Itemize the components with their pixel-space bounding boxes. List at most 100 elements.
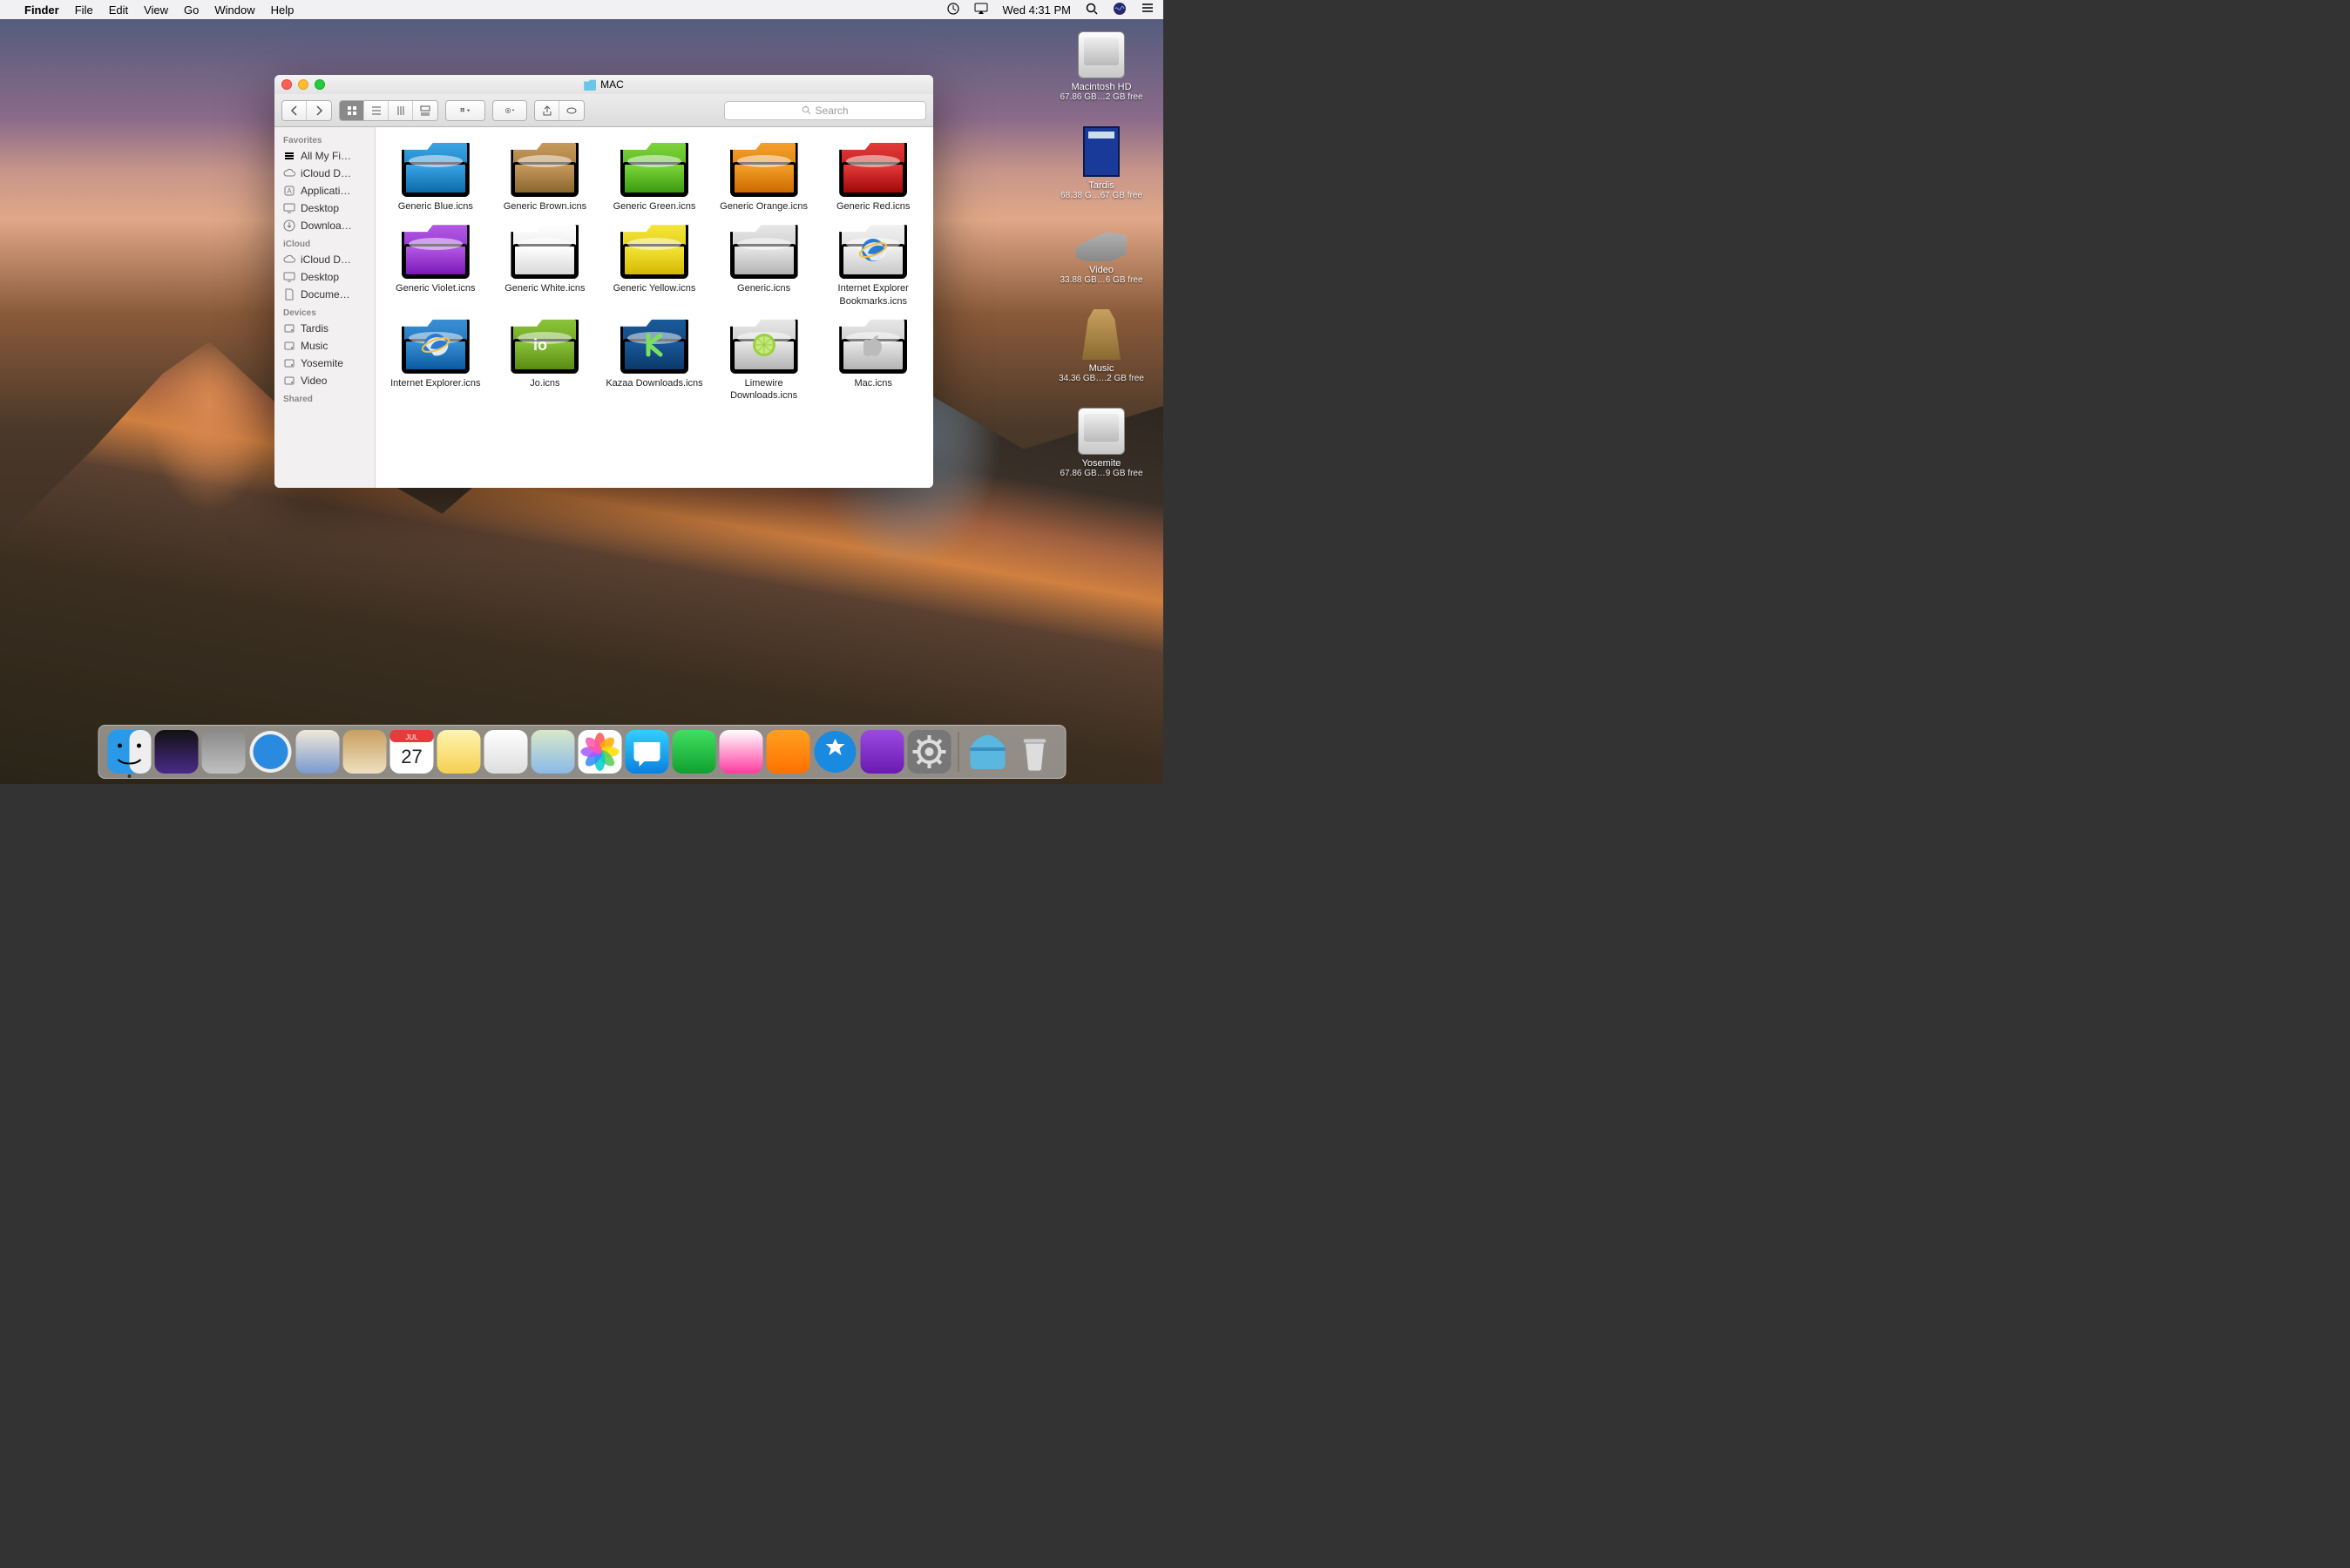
sidebar-item-downloa[interactable]: Downloa… (274, 217, 375, 234)
file-item[interactable]: Mac.icns (820, 316, 926, 402)
file-item[interactable]: Limewire Downloads.icns (711, 316, 817, 402)
desktop-item-video[interactable]: Video33.88 GB…6 GB free (1053, 225, 1149, 285)
folder-icon (511, 221, 579, 279)
dock-notes[interactable] (437, 730, 480, 774)
sidebar-item-icloudd[interactable]: iCloud D… (274, 251, 375, 268)
airplay-icon[interactable] (974, 2, 988, 18)
menu-edit[interactable]: Edit (109, 3, 128, 17)
time-machine-icon[interactable] (946, 2, 960, 18)
back-button[interactable] (282, 101, 307, 120)
file-item[interactable]: Generic Brown.icns (492, 139, 599, 213)
icon-view-button[interactable] (340, 101, 364, 120)
tags-button[interactable] (559, 101, 584, 120)
sidebar-item-label: Desktop (301, 271, 339, 283)
folder-icon (730, 316, 798, 374)
desktop-item-music[interactable]: Music34.36 GB….2 GB free (1053, 309, 1149, 383)
menubar: Finder File Edit View Go Window Help Wed… (0, 0, 1163, 19)
share-button[interactable] (535, 101, 559, 120)
siri-icon[interactable] (1113, 2, 1127, 18)
arrange-button[interactable] (446, 101, 484, 120)
search-field[interactable]: Search (724, 101, 926, 120)
file-label: Jo.icns (530, 377, 559, 389)
dock-downloads[interactable] (965, 730, 1009, 774)
file-label: Generic Orange.icns (720, 200, 808, 213)
dock-calendar[interactable]: JUL27 (389, 730, 433, 774)
dock-feedback[interactable] (860, 730, 904, 774)
folder-icon (620, 221, 688, 279)
dock-trash[interactable] (1012, 730, 1056, 774)
titlebar[interactable]: MAC (274, 75, 933, 94)
desktop-item-yosemite[interactable]: Yosemite67.86 GB…9 GB free (1053, 408, 1149, 478)
window-title: MAC (600, 78, 624, 91)
dock-preferences[interactable] (907, 730, 951, 774)
content-area[interactable]: Generic Blue.icns Generic Brown.icns Gener… (376, 127, 933, 488)
menu-file[interactable]: File (75, 3, 93, 17)
file-item[interactable]: Kazaa Downloads.icns (601, 316, 708, 402)
folder-icon: io (511, 316, 579, 374)
column-view-button[interactable] (389, 101, 413, 120)
dock-messages[interactable] (625, 730, 668, 774)
file-item[interactable]: Generic Violet.icns (383, 221, 489, 308)
file-item[interactable]: Generic Blue.icns (383, 139, 489, 213)
sidebar-item-desktop[interactable]: Desktop (274, 199, 375, 217)
coverflow-view-button[interactable] (413, 101, 437, 120)
finder-window: MAC Search FavoritesAll My Fi…iCloud D…A… (274, 75, 933, 488)
sidebar-item-icloudd[interactable]: iCloud D… (274, 165, 375, 182)
desktop-icon (283, 202, 295, 214)
desktop-item-macintosh-hd[interactable]: Macintosh HD67.86 GB…2 GB free (1053, 31, 1149, 102)
desktop-item-label: Tardis (1088, 180, 1114, 191)
file-item[interactable]: Generic Yellow.icns (601, 221, 708, 308)
dock-reminders[interactable] (484, 730, 527, 774)
file-label: Generic Brown.icns (504, 200, 586, 213)
menu-help[interactable]: Help (271, 3, 295, 17)
k9-icon (1076, 225, 1127, 261)
file-item[interactable]: Internet Explorer.icns (383, 316, 489, 402)
desktop-item-tardis[interactable]: Tardis68.38 G…67 GB free (1053, 126, 1149, 200)
sidebar-item-video[interactable]: Video (274, 372, 375, 389)
clock[interactable]: Wed 4:31 PM (1002, 3, 1071, 17)
menu-view[interactable]: View (144, 3, 168, 17)
file-item[interactable]: Generic.icns (711, 221, 817, 308)
dock-maps[interactable] (531, 730, 574, 774)
dock-safari[interactable] (248, 730, 292, 774)
file-item[interactable]: Generic Green.icns (601, 139, 708, 213)
dock-photos[interactable] (578, 730, 621, 774)
dock-appstore[interactable] (813, 730, 857, 774)
list-view-button[interactable] (364, 101, 389, 120)
close-button[interactable] (281, 79, 292, 90)
dock-facetime[interactable] (672, 730, 715, 774)
file-label: Generic.icns (737, 282, 790, 294)
folder-icon (511, 139, 579, 197)
dock-mail[interactable] (295, 730, 339, 774)
notification-center-icon[interactable] (1141, 2, 1155, 18)
spotlight-icon[interactable] (1085, 2, 1099, 18)
sidebar-item-tardis[interactable]: Tardis (274, 320, 375, 337)
menubar-app-name[interactable]: Finder (24, 3, 59, 17)
sidebar-item-allmyfi[interactable]: All My Fi… (274, 147, 375, 165)
action-button[interactable] (493, 101, 526, 120)
sidebar-item-label: iCloud D… (301, 253, 351, 266)
file-label: Generic Yellow.icns (613, 282, 696, 294)
menu-window[interactable]: Window (214, 3, 254, 17)
file-item[interactable]: io Jo.icns (492, 316, 599, 402)
file-item[interactable]: Generic Orange.icns (711, 139, 817, 213)
sidebar-item-docume[interactable]: Docume… (274, 286, 375, 303)
file-label: Kazaa Downloads.icns (606, 377, 702, 389)
forward-button[interactable] (307, 101, 331, 120)
dock-ibooks[interactable] (766, 730, 809, 774)
dock-itunes[interactable] (719, 730, 762, 774)
sidebar-item-applicati[interactable]: AApplicati… (274, 182, 375, 199)
sidebar-item-music[interactable]: Music (274, 337, 375, 355)
sidebar-item-desktop[interactable]: Desktop (274, 268, 375, 286)
zoom-button[interactable] (315, 79, 325, 90)
menu-go[interactable]: Go (184, 3, 199, 17)
sidebar-item-yosemite[interactable]: Yosemite (274, 355, 375, 372)
dock-finder[interactable] (107, 730, 151, 774)
dock-contacts[interactable] (342, 730, 386, 774)
file-item[interactable]: Internet Explorer Bookmarks.icns (820, 221, 926, 308)
dock-siri[interactable] (154, 730, 198, 774)
dock-launchpad[interactable] (201, 730, 245, 774)
minimize-button[interactable] (298, 79, 308, 90)
file-item[interactable]: Generic Red.icns (820, 139, 926, 213)
file-item[interactable]: Generic White.icns (492, 221, 599, 308)
